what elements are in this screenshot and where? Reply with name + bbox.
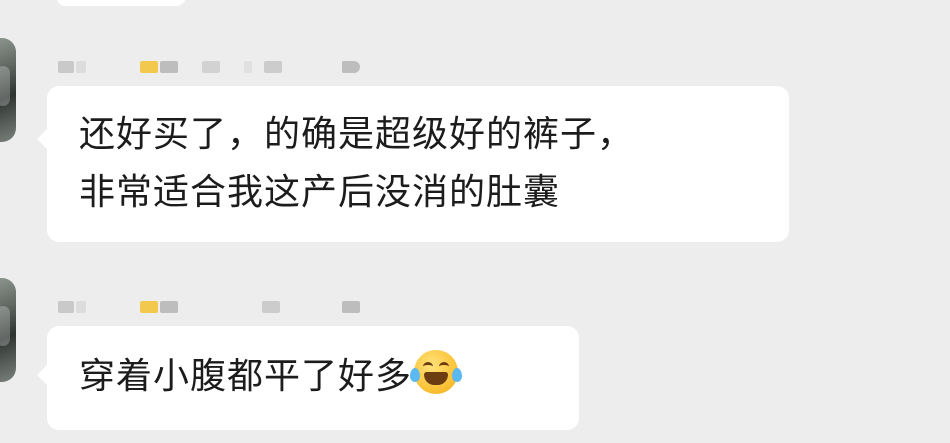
- mosaic-block: [58, 61, 74, 73]
- sender-name-blurred: [58, 298, 368, 314]
- message-text: 穿着小腹都平了好多: [79, 356, 413, 397]
- mosaic-block: [140, 301, 158, 313]
- mosaic-block: [342, 301, 360, 313]
- mosaic-block: [244, 61, 252, 73]
- mosaic-block: [262, 301, 280, 313]
- message-line: 还好买了，的确是超级好的裤子，: [79, 114, 635, 155]
- mosaic-block: [342, 61, 360, 73]
- mosaic-block: [202, 61, 220, 73]
- sender-avatar[interactable]: [0, 38, 16, 142]
- message-line: 穿着小腹都平了好多: [79, 348, 543, 406]
- sender-name-blurred: [58, 58, 368, 74]
- mosaic-block: [58, 301, 74, 313]
- previous-message-bubble-edge: [56, 0, 186, 6]
- message-bubble[interactable]: 还好买了，的确是超级好的裤子， 非常适合我这产后没消的肚囊: [37, 86, 789, 242]
- mosaic-block: [264, 61, 282, 73]
- mosaic-block: [160, 61, 178, 73]
- sender-avatar[interactable]: [0, 278, 16, 382]
- message-line: 非常适合我这产后没消的肚囊: [79, 172, 561, 213]
- mosaic-block: [76, 301, 86, 313]
- mosaic-block: [140, 61, 158, 73]
- grinning-with-tears-emoji-icon: [410, 350, 463, 394]
- mosaic-block: [160, 301, 178, 313]
- message-bubble[interactable]: 穿着小腹都平了好多: [37, 326, 579, 430]
- mosaic-block: [76, 61, 86, 73]
